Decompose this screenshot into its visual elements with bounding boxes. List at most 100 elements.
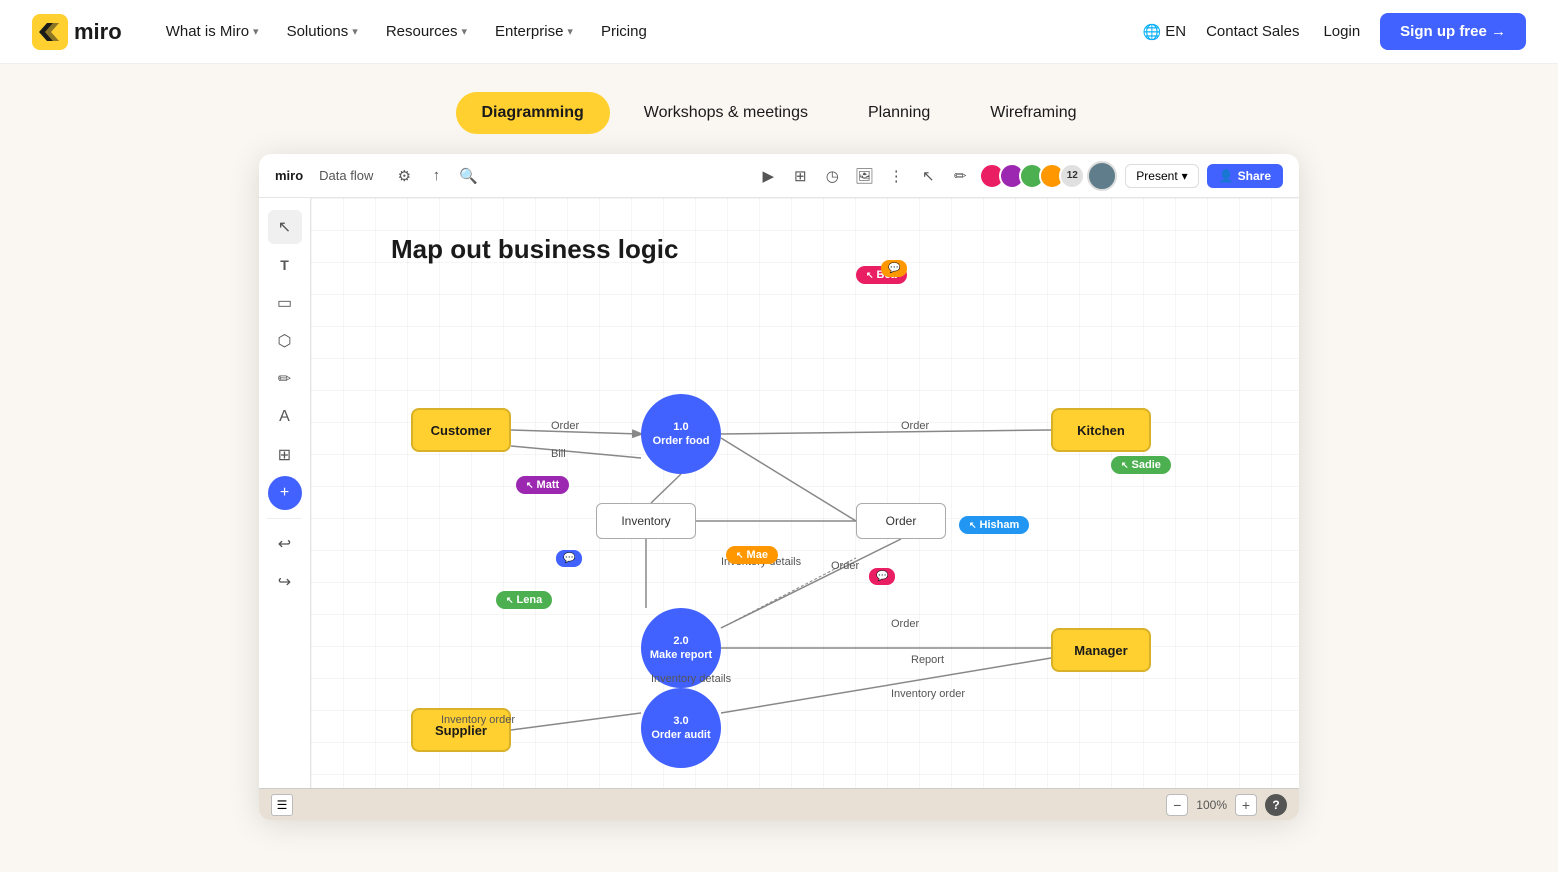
image-icon[interactable]: 🖼: [853, 165, 875, 187]
timer-icon[interactable]: ◷: [821, 165, 843, 187]
node-kitchen[interactable]: Kitchen: [1051, 408, 1151, 452]
label-order-1: Order: [551, 420, 579, 432]
message-bubble-3: 💬: [869, 568, 895, 585]
cursor-icon[interactable]: ↖: [917, 165, 939, 187]
nav-link-resources[interactable]: Resources ▾: [374, 15, 479, 48]
message-bubble-2: 💬: [556, 550, 582, 567]
node-customer-label: Customer: [431, 423, 492, 438]
canvas-body: ↖ T ▭ ⬡ ✏ A ⊞ + ↩ ↪: [259, 198, 1299, 788]
navigation: miro What is Miro ▾ Solutions ▾ Resource…: [0, 0, 1558, 64]
arrows-svg: [311, 198, 1299, 788]
nav-link-what-is-miro[interactable]: What is Miro ▾: [154, 15, 271, 48]
avatar-cluster: 12: [979, 163, 1085, 189]
cursor-icon: ↖: [506, 595, 514, 606]
diagram-title: Map out business logic: [391, 234, 678, 265]
cursor-icon: ↖: [969, 520, 977, 531]
language-selector[interactable]: 🌐 EN: [1143, 23, 1187, 41]
login-link[interactable]: Login: [1319, 15, 1364, 48]
nav-link-pricing[interactable]: Pricing: [589, 15, 659, 48]
contact-sales-link[interactable]: Contact Sales: [1202, 15, 1303, 48]
node-order-food[interactable]: 1.0 Order food: [641, 394, 721, 474]
tool-shapes[interactable]: ⬡: [268, 324, 302, 358]
tab-workshops-meetings[interactable]: Workshops & meetings: [618, 92, 834, 134]
canvas-container: miro Data flow ⚙ ↑ 🔍 ▶ ⊞ ◷ 🖼 ⋮ ↖ ✏ 12: [259, 154, 1299, 820]
avatar-count: 12: [1059, 163, 1085, 189]
node-manager[interactable]: Manager: [1051, 628, 1151, 672]
topbar-tools: ⚙ ↑ 🔍: [393, 165, 479, 187]
label-inv-order-1: Inventory order: [441, 714, 515, 726]
node-kitchen-label: Kitchen: [1077, 423, 1125, 438]
help-button[interactable]: ?: [1265, 794, 1287, 816]
chevron-icon: ▾: [253, 25, 259, 38]
cursor-icon: ↖: [866, 270, 874, 281]
tool-text[interactable]: T: [268, 248, 302, 282]
tool-redo[interactable]: ↪: [268, 565, 302, 599]
nav-right: 🌐 EN Contact Sales Login Sign up free →: [1143, 13, 1526, 50]
nav-links: What is Miro ▾ Solutions ▾ Resources ▾ E…: [154, 15, 1143, 48]
tool-add[interactable]: +: [268, 476, 302, 510]
node-inventory[interactable]: Inventory: [596, 503, 696, 539]
cursor-icon: ↖: [526, 480, 534, 491]
tool-cursor[interactable]: ↖: [268, 210, 302, 244]
node-customer[interactable]: Customer: [411, 408, 511, 452]
tabs-section: Diagramming Workshops & meetings Plannin…: [0, 64, 1558, 154]
fullscreen-icon[interactable]: ⊞: [789, 165, 811, 187]
topbar-right: ▶ ⊞ ◷ 🖼 ⋮ ↖ ✏ 12 Present ▾ 👤: [757, 161, 1283, 191]
user-badge-lena: ↖ Lena: [496, 591, 552, 609]
tool-arrow[interactable]: A: [268, 400, 302, 434]
label-inv-details-2: Inventory details: [651, 673, 731, 685]
tool-undo[interactable]: ↩: [268, 527, 302, 561]
tab-wireframing[interactable]: Wireframing: [964, 92, 1102, 134]
tool-sticky[interactable]: ▭: [268, 286, 302, 320]
user-badge-mae: ↖ Mae: [726, 546, 778, 564]
share-button[interactable]: 👤 Share: [1207, 164, 1283, 188]
share-icon: 👤: [1219, 169, 1234, 183]
canvas-topbar: miro Data flow ⚙ ↑ 🔍 ▶ ⊞ ◷ 🖼 ⋮ ↖ ✏ 12: [259, 154, 1299, 198]
zoom-level-label: 100%: [1192, 798, 1231, 812]
user-badge-sadie: ↖ Sadie: [1111, 456, 1171, 474]
sidebar-toggle[interactable]: ☰: [271, 794, 293, 816]
canvas-bottombar: ☰ − 100% + ?: [259, 788, 1299, 820]
node-manager-label: Manager: [1074, 643, 1127, 658]
cursor-icon: ↖: [736, 550, 744, 561]
logo-text: miro: [74, 19, 122, 45]
zoom-out-button[interactable]: −: [1166, 794, 1188, 816]
chevron-icon: ▾: [352, 25, 358, 38]
user-badge-matt: ↖ Matt: [516, 476, 569, 494]
nav-link-enterprise[interactable]: Enterprise ▾: [483, 15, 585, 48]
message-bubble-1: 💬: [881, 260, 907, 277]
chevron-down-icon: ▾: [1182, 169, 1188, 183]
label-inv-order-2: Inventory order: [891, 688, 965, 700]
diagram-area[interactable]: Map out business logic Customer Kitchen …: [311, 198, 1299, 788]
tab-diagramming[interactable]: Diagramming: [456, 92, 610, 134]
canvas-sidebar: ↖ T ▭ ⬡ ✏ A ⊞ + ↩ ↪: [259, 198, 311, 788]
right-tools: ▶ ⊞ ◷ 🖼 ⋮ ↖ ✏: [757, 165, 971, 187]
search-icon[interactable]: 🔍: [457, 165, 479, 187]
tool-crop[interactable]: ⊞: [268, 438, 302, 472]
zoom-in-button[interactable]: +: [1235, 794, 1257, 816]
play-icon[interactable]: ▶: [757, 165, 779, 187]
node-order-audit[interactable]: 3.0 Order audit: [641, 688, 721, 768]
nav-link-solutions[interactable]: Solutions ▾: [275, 15, 370, 48]
more-icon[interactable]: ⋮: [885, 165, 907, 187]
globe-icon: 🌐: [1143, 23, 1162, 41]
logo[interactable]: miro: [32, 14, 122, 50]
sidebar-divider: [267, 518, 303, 519]
present-button[interactable]: Present ▾: [1125, 164, 1198, 188]
label-bill: Bill: [551, 448, 566, 460]
zoom-controls: − 100% + ?: [1166, 794, 1287, 816]
chevron-icon: ▾: [567, 25, 573, 38]
settings-icon[interactable]: ⚙: [393, 165, 415, 187]
upload-icon[interactable]: ↑: [425, 165, 447, 187]
signup-button[interactable]: Sign up free →: [1380, 13, 1526, 50]
label-order-2: Order: [901, 420, 929, 432]
chevron-icon: ▾: [462, 25, 468, 38]
canvas-doc-title[interactable]: Data flow: [319, 168, 373, 183]
tab-planning[interactable]: Planning: [842, 92, 956, 134]
logo-icon: [32, 14, 68, 50]
pen-icon[interactable]: ✏: [949, 165, 971, 187]
user-avatar: [1087, 161, 1117, 191]
cursor-icon: ↖: [1121, 460, 1129, 471]
node-order-box[interactable]: Order: [856, 503, 946, 539]
tool-pen[interactable]: ✏: [268, 362, 302, 396]
